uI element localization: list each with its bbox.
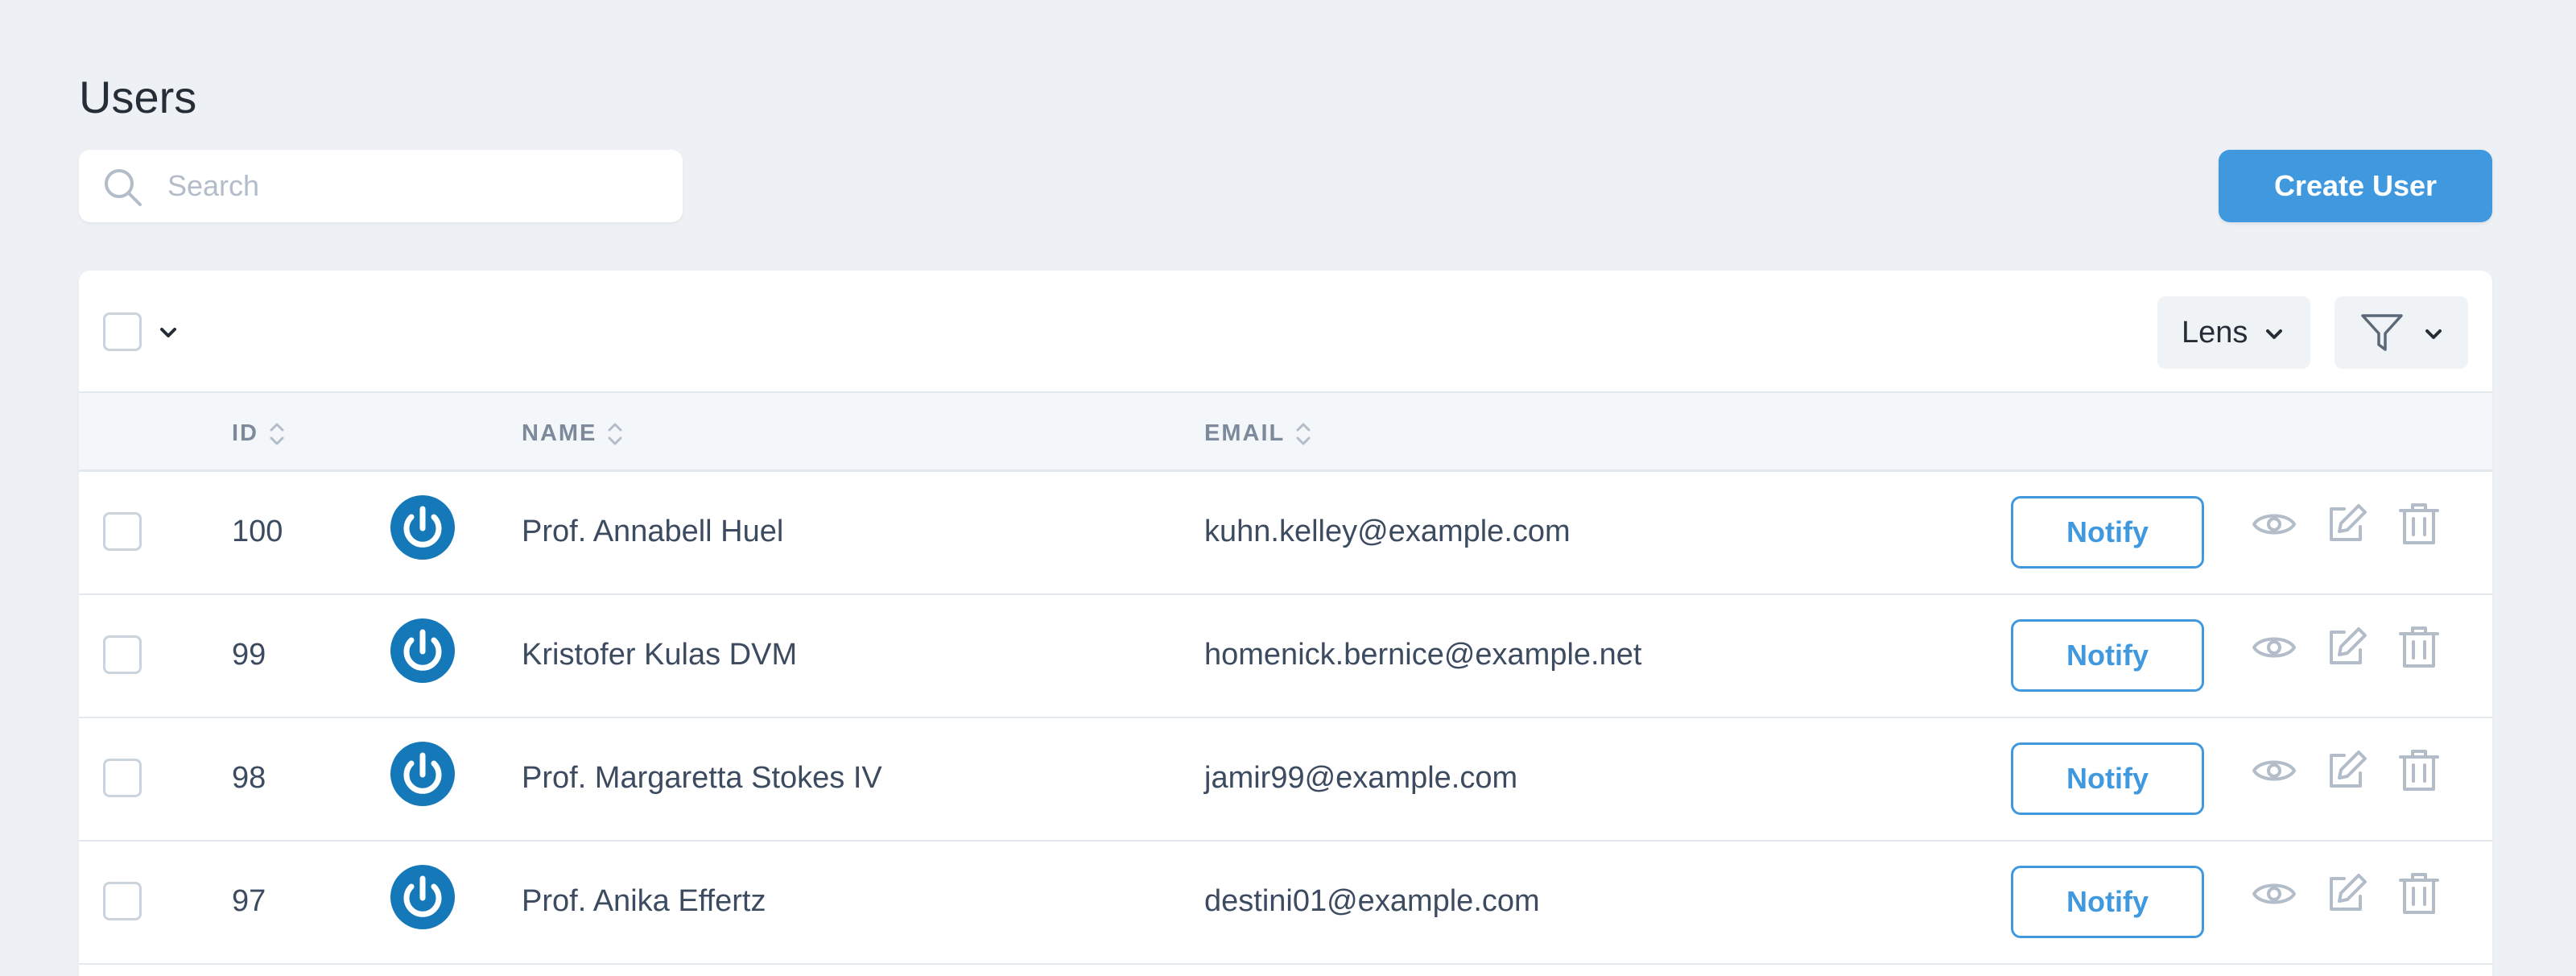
create-user-button[interactable]: Create User — [2219, 150, 2492, 222]
eye-icon[interactable] — [2251, 747, 2297, 794]
edit-icon[interactable] — [2323, 624, 2370, 671]
notify-button[interactable]: Notify — [2011, 496, 2204, 569]
chevron-down-icon[interactable] — [156, 321, 180, 345]
table-row[interactable]: 97 Prof. Anika Effertz destini01@example… — [79, 842, 2492, 965]
row-email: jamir99@example.com — [1204, 761, 1518, 795]
column-header-id[interactable]: ID — [232, 417, 286, 449]
trash-icon[interactable] — [2396, 871, 2442, 917]
filter-icon — [2361, 314, 2403, 351]
power-icon — [390, 865, 455, 929]
power-icon — [390, 742, 455, 806]
row-id: 98 — [232, 761, 266, 795]
row-name: Kristofer Kulas DVM — [522, 638, 798, 672]
column-header-email[interactable]: EMAIL — [1204, 417, 1312, 449]
table-toolbar: Lens — [79, 271, 2492, 391]
trash-icon[interactable] — [2396, 624, 2442, 671]
lens-dropdown[interactable]: Lens — [2157, 296, 2310, 369]
notify-button[interactable]: Notify — [2011, 619, 2204, 692]
notify-button[interactable]: Notify — [2011, 742, 2204, 815]
row-name: Prof. Annabell Huel — [522, 515, 784, 548]
sort-icon[interactable] — [1294, 420, 1312, 449]
filter-dropdown[interactable] — [2334, 296, 2468, 369]
chevron-down-icon — [2266, 329, 2282, 339]
sort-icon[interactable] — [268, 420, 286, 449]
table-row[interactable]: 98 Prof. Margaretta Stokes IV jamir99@ex… — [79, 718, 2492, 842]
search-input[interactable] — [167, 150, 667, 222]
column-label-name: NAME — [522, 420, 597, 446]
edit-icon[interactable] — [2323, 501, 2370, 548]
row-checkbox[interactable] — [103, 635, 142, 674]
row-id: 100 — [232, 515, 283, 548]
table-row[interactable]: 100 Prof. Annabell Huel kuhn.kelley@exam… — [79, 472, 2492, 595]
power-icon — [390, 495, 455, 560]
column-header-name[interactable]: NAME — [522, 417, 624, 449]
row-name: Prof. Margaretta Stokes IV — [522, 761, 882, 795]
notify-button[interactable]: Notify — [2011, 866, 2204, 938]
lens-label: Lens — [2182, 316, 2248, 349]
trash-icon[interactable] — [2396, 747, 2442, 794]
trash-icon[interactable] — [2396, 501, 2442, 548]
edit-icon[interactable] — [2323, 747, 2370, 794]
eye-icon[interactable] — [2251, 871, 2297, 917]
search-box[interactable] — [79, 150, 683, 222]
column-label-id: ID — [232, 420, 258, 446]
select-all-checkbox[interactable] — [103, 312, 142, 351]
power-icon — [390, 618, 455, 683]
users-table-card: Lens ID NAME EMAIL 100 Prof. Annabell Hu… — [79, 271, 2492, 976]
row-email: kuhn.kelley@example.com — [1204, 515, 1571, 548]
row-checkbox[interactable] — [103, 512, 142, 551]
table-row[interactable]: 99 Kristofer Kulas DVM homenick.bernice@… — [79, 595, 2492, 718]
row-name: Prof. Anika Effertz — [522, 884, 766, 918]
search-icon — [105, 169, 142, 206]
edit-icon[interactable] — [2323, 871, 2370, 917]
eye-icon[interactable] — [2251, 624, 2297, 671]
eye-icon[interactable] — [2251, 501, 2297, 548]
page-title: Users — [79, 72, 197, 122]
row-checkbox[interactable] — [103, 759, 142, 797]
row-id: 99 — [232, 638, 266, 672]
row-checkbox[interactable] — [103, 882, 142, 920]
table-header: ID NAME EMAIL — [79, 391, 2492, 472]
column-label-email: EMAIL — [1204, 420, 1286, 446]
row-email: destini01@example.com — [1204, 884, 1540, 918]
row-id: 97 — [232, 884, 266, 918]
sort-icon[interactable] — [606, 420, 624, 449]
row-email: homenick.bernice@example.net — [1204, 638, 1642, 672]
chevron-down-icon — [2425, 329, 2442, 339]
